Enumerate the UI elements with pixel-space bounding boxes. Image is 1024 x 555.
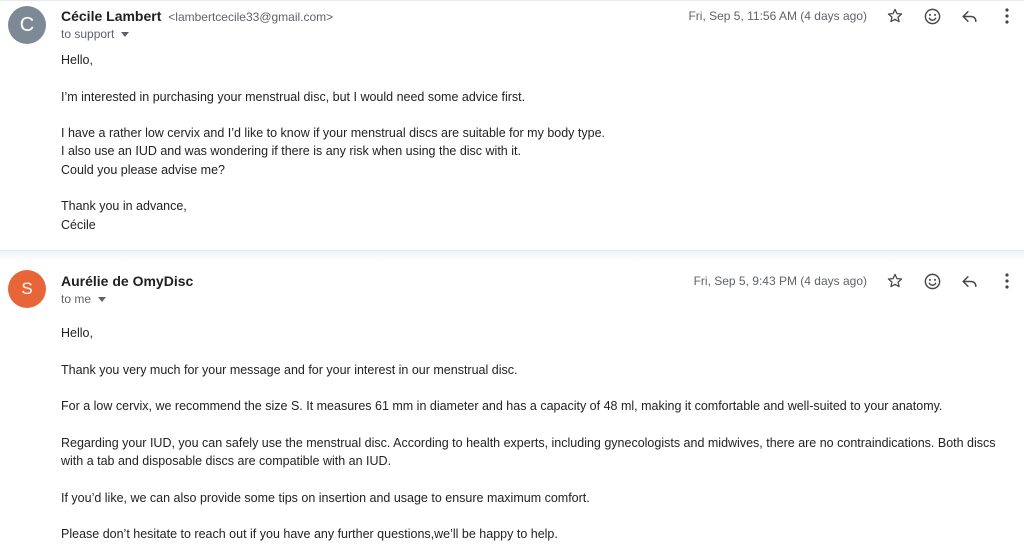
sender-email[interactable]: <lambertcecile33@gmail.com>	[168, 10, 333, 24]
email-message-1: C Cécile Lambert <lambertcecile33@gmail.…	[0, 0, 1024, 250]
body-paragraph: Thank you very much for your message and…	[61, 362, 518, 377]
body-paragraph: Please don’t hesitate to reach out if yo…	[61, 527, 558, 542]
chevron-down-icon[interactable]	[121, 32, 130, 37]
more-vert-icon[interactable]	[996, 5, 1018, 27]
recipient-details-toggle[interactable]: to me	[61, 292, 107, 306]
recipient-details-toggle[interactable]: to support	[61, 27, 130, 41]
sender-name[interactable]: Aurélie de OmyDisc	[61, 273, 193, 289]
message-date: Fri, Sep 5, 9:43 PM (4 days ago)	[693, 274, 867, 288]
sender-line: Aurélie de OmyDisc	[61, 273, 193, 289]
message-body: Hello, Thank you very much for your mess…	[61, 324, 1011, 555]
body-paragraph: Hello,	[61, 53, 93, 67]
message-date: Fri, Sep 5, 11:56 AM (4 days ago)	[688, 9, 867, 23]
sender-line: Cécile Lambert <lambertcecile33@gmail.co…	[61, 8, 333, 24]
body-paragraph: For a low cervix, we recommend the size …	[61, 399, 943, 414]
body-paragraph: Regarding your IUD, you can safely use t…	[61, 435, 996, 469]
body-paragraph: If you’d like, we can also provide some …	[61, 490, 590, 505]
body-paragraph: Hello,	[61, 326, 93, 340]
chevron-down-icon[interactable]	[98, 297, 107, 302]
star-icon[interactable]	[884, 270, 906, 292]
body-paragraph: Thank you in advance, Cécile	[61, 199, 187, 232]
emoji-reaction-icon[interactable]	[921, 270, 943, 292]
body-paragraph: I’m interested in purchasing your menstr…	[61, 89, 526, 104]
recipient-label: to support	[61, 27, 115, 41]
sender-name[interactable]: Cécile Lambert	[61, 8, 161, 24]
more-vert-icon[interactable]	[996, 270, 1018, 292]
body-paragraph: I have a rather low cervix and I’d like …	[61, 126, 605, 177]
reply-icon[interactable]	[958, 5, 980, 27]
message-divider	[0, 250, 1024, 262]
email-message-2: S Aurélie de OmyDisc to me Fri, Sep 5, 9…	[0, 262, 1024, 555]
avatar[interactable]: C	[8, 6, 46, 44]
message-body: Hello, I’m interested in purchasing your…	[61, 51, 1011, 252]
avatar[interactable]: S	[8, 270, 46, 308]
star-icon[interactable]	[884, 5, 906, 27]
emoji-reaction-icon[interactable]	[921, 5, 943, 27]
recipient-label: to me	[61, 292, 92, 306]
reply-icon[interactable]	[958, 270, 980, 292]
